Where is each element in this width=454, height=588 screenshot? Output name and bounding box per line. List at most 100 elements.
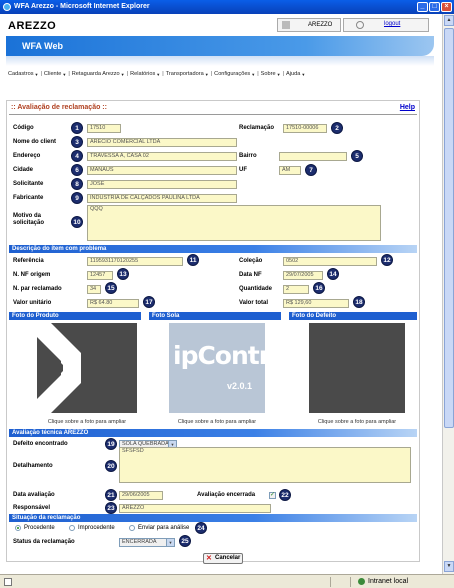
callout-badge-12: 12 (381, 254, 393, 266)
scrollbar-thumb[interactable] (444, 28, 454, 428)
status-reclamacao-select[interactable]: ENCERRADA ▼ (119, 538, 175, 547)
user-icon (282, 21, 290, 29)
quantidade-field[interactable]: 2 (283, 285, 309, 294)
par-reclamado-label: N. par reclamado (13, 286, 62, 292)
photo-sola-logo-text: ipControl (173, 341, 265, 370)
detalhamento-label: Detalhamento (13, 463, 53, 469)
nome-cliente-label: Nome do client (13, 139, 57, 145)
chevron-down-icon: ▼ (301, 71, 306, 77)
data-nf-field[interactable]: 29/07/2005 (283, 271, 323, 280)
callout-badge-1: 1 (71, 122, 83, 134)
menu-item-sobre[interactable]: Sobre▼ (255, 71, 281, 77)
window-title: WFA Arezzo - Microsoft Internet Explorer (14, 3, 150, 10)
status-reclamacao-value: ENCERRADA (122, 539, 157, 545)
nf-origem-field[interactable]: 12457 (87, 271, 113, 280)
endereco-label: Endereço (13, 153, 41, 159)
photo-produto-image[interactable] (37, 323, 137, 413)
detalhamento-textarea[interactable]: SFSFSD (119, 447, 411, 483)
callout-badge-22: 22 (279, 489, 291, 501)
callout-badge-23: 23 (105, 502, 117, 514)
window-titlebar: WFA Arezzo - Microsoft Internet Explorer… (0, 0, 454, 14)
status-bar: Intranet local (0, 574, 454, 588)
colecao-field[interactable]: 0502 (283, 257, 377, 266)
photo-defeito-image[interactable] (309, 323, 405, 413)
responsavel-label: Responsável (13, 505, 51, 511)
evaluation-panel: :: Avaliação de reclamação :: Help Códig… (6, 100, 420, 564)
section-item: Descrição do ítem com problema (9, 245, 417, 253)
section-avaliacao: Avaliação técnica AREZZO (9, 429, 417, 437)
avaliacao-encerrada-checkbox[interactable]: ✓ (269, 492, 276, 499)
codigo-field[interactable]: 17510 (87, 124, 121, 133)
endereco-field[interactable]: TRAVESSA A, CASA 02 (87, 152, 237, 161)
photo-sola-image[interactable]: ipControl v2.0.1 (169, 323, 265, 413)
scroll-up-icon[interactable]: ▲ (444, 15, 454, 26)
close-icon: ✕ (206, 555, 212, 562)
menu-item-retaguarda[interactable]: Retaguarda Arezzo▼ (66, 71, 125, 77)
valor-unitario-label: Valor unitário (13, 300, 52, 306)
menu-item-transportadora[interactable]: Transportadora▼ (160, 71, 209, 77)
chevron-down-icon: ▼ (166, 539, 174, 546)
logout-link[interactable]: logout (384, 21, 400, 27)
radio-enviar-analise[interactable] (129, 525, 135, 531)
page-icon (4, 578, 12, 586)
vertical-scrollbar[interactable]: ▲ ▼ (442, 14, 454, 574)
callout-badge-5: 5 (351, 150, 363, 162)
valor-unitario-field[interactable]: R$ 64.80 (87, 299, 139, 308)
minimize-button[interactable]: _ (417, 2, 428, 12)
solicitante-field[interactable]: JOSE (87, 180, 237, 189)
photo-sola-header: Foto Sola (149, 312, 281, 320)
security-zone: Intranet local (358, 575, 408, 588)
photo-sola-caption: Clique sobre a foto para ampliar (177, 419, 257, 425)
responsavel-field[interactable]: AREZZO (119, 504, 271, 513)
reclamacao-field[interactable]: 17510-00006 (283, 124, 327, 133)
callout-badge-3: 3 (71, 136, 83, 148)
solicitante-label: Solicitante (13, 181, 44, 187)
status-reclamacao-label: Status da reclamação (13, 539, 75, 545)
cancel-button[interactable]: ✕ Cancelar (203, 553, 243, 564)
callout-badge-15: 15 (105, 282, 117, 294)
menu-item-configuracoes[interactable]: Configurações▼ (209, 71, 255, 77)
menu-item-relatorios[interactable]: Relatórios▼ (125, 71, 160, 77)
divider (330, 577, 331, 587)
callout-badge-25: 25 (179, 535, 191, 547)
close-button[interactable]: × (441, 2, 452, 12)
motivo-textarea[interactable]: QQQ (87, 205, 381, 241)
arezzo-logo: AREZZO (8, 20, 57, 32)
callout-badge-24: 24 (195, 522, 207, 534)
callout-badge-19: 19 (105, 438, 117, 450)
menu-item-ajuda[interactable]: Ajuda▼ (281, 71, 306, 77)
radio-improcedente-label: Improcedente (78, 525, 115, 531)
menu-item-cadastros[interactable]: Cadastros ▼ (8, 71, 38, 77)
banner-underlay (6, 56, 434, 66)
bairro-field[interactable] (279, 152, 347, 161)
radio-procedente-label: Procedente (24, 525, 55, 531)
callout-badge-18: 18 (353, 296, 365, 308)
user-indicator: AREZZO (277, 18, 341, 32)
colecao-label: Coleção (239, 258, 263, 264)
radio-improcedente[interactable] (69, 525, 75, 531)
nome-cliente-field[interactable]: ARECIO COMERCIAL LTDA (87, 138, 237, 147)
radio-procedente[interactable] (15, 525, 21, 531)
par-reclamado-field[interactable]: 34 (87, 285, 101, 294)
scroll-down-icon[interactable]: ▼ (444, 561, 454, 572)
referencia-field[interactable]: 1195931170120255 (87, 257, 183, 266)
callout-badge-21: 21 (105, 489, 117, 501)
cidade-label: Cidade (13, 167, 34, 173)
valor-total-field[interactable]: R$ 129,60 (283, 299, 349, 308)
fabricante-field[interactable]: INDUSTRIA DE CALÇADOS PAULINA LTDA (87, 194, 237, 203)
window-controls: _ □ × (417, 2, 452, 12)
menu-item-cliente[interactable]: Cliente▼ (38, 71, 66, 77)
callout-badge-16: 16 (313, 282, 325, 294)
codigo-label: Código (13, 125, 34, 131)
callout-badge-8: 8 (71, 178, 83, 190)
uf-field[interactable]: AM (279, 166, 301, 175)
nf-origem-label: N. NF origem (13, 272, 51, 278)
callout-badge-6: 6 (71, 164, 83, 176)
power-icon[interactable] (356, 21, 364, 29)
product-placeholder-icon (37, 323, 81, 413)
cidade-field[interactable]: MANAUS (87, 166, 237, 175)
data-avaliacao-field[interactable]: 29/06/2005 (119, 491, 163, 500)
browser-viewport: AREZZO AREZZO logout WFA Web Cadastros ▼ … (0, 14, 442, 574)
maximize-button[interactable]: □ (429, 2, 440, 12)
help-link[interactable]: Help (400, 104, 415, 111)
